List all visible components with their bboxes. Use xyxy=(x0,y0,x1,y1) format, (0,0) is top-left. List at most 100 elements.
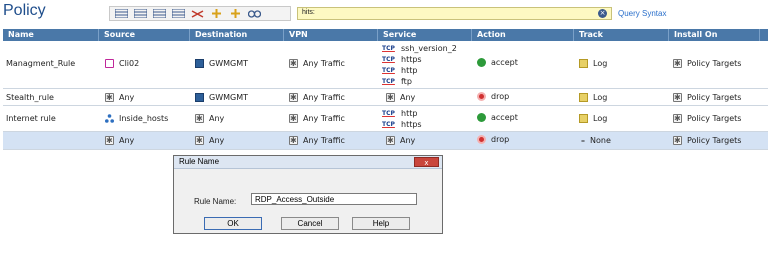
rule-name: Managment_Rule xyxy=(6,59,76,68)
source-cell[interactable]: Cli02 xyxy=(105,59,139,68)
destination-value: Any xyxy=(209,114,225,123)
install-on-cell[interactable]: Policy Targets xyxy=(673,113,741,124)
section-above-icon[interactable] xyxy=(208,8,225,19)
clear-icon[interactable]: × xyxy=(598,9,607,18)
any-icon xyxy=(673,58,682,69)
install-on-cell[interactable]: Policy Targets xyxy=(673,58,741,69)
service-item[interactable]: TCP ftp xyxy=(382,77,412,86)
column-header-name[interactable]: Name xyxy=(3,29,99,41)
add-rule-above-icon[interactable] xyxy=(113,8,130,19)
gateway-icon xyxy=(195,93,204,102)
rule-toolbar xyxy=(109,6,291,21)
service-value: https xyxy=(401,120,422,129)
any-icon xyxy=(289,113,298,124)
close-button[interactable]: x xyxy=(414,157,439,167)
dialog-title: Rule Name xyxy=(179,157,220,166)
column-header-action[interactable]: Action xyxy=(472,29,574,41)
column-header-track[interactable]: Track xyxy=(574,29,669,41)
destination-value: Any xyxy=(209,136,225,145)
vpn-cell[interactable]: Any Traffic xyxy=(289,58,345,69)
service-item[interactable]: TCP http xyxy=(382,109,417,118)
source-value: Any xyxy=(119,93,135,102)
rule-name-label: Rule Name: xyxy=(194,197,237,206)
cancel-button[interactable]: Cancel xyxy=(281,217,339,230)
any-icon xyxy=(386,135,395,146)
action-cell[interactable]: accept xyxy=(477,58,518,67)
any-icon xyxy=(386,92,395,103)
gateway-icon xyxy=(195,59,204,68)
table-row-selected[interactable]: Any Any Any Traffic Any drop –None Polic… xyxy=(3,132,768,150)
any-icon xyxy=(105,92,114,103)
service-value: https xyxy=(401,55,422,64)
destination-cell[interactable]: GWMGMT xyxy=(195,93,248,102)
service-value: Any xyxy=(400,93,416,102)
source-value: Any xyxy=(119,136,135,145)
track-cell[interactable]: Log xyxy=(579,114,607,123)
add-rule-bottom-icon[interactable] xyxy=(170,8,187,19)
search-input[interactable]: hits: × xyxy=(297,7,612,20)
track-value: Log xyxy=(593,114,608,123)
source-cell[interactable]: Any xyxy=(105,135,135,146)
rule-name-dialog: Rule Name x Rule Name: OK Cancel Help xyxy=(173,155,443,234)
ok-button[interactable]: OK xyxy=(204,217,262,230)
add-rule-below-icon[interactable] xyxy=(132,8,149,19)
query-syntax-link[interactable]: Query Syntax xyxy=(618,9,666,18)
track-cell[interactable]: Log xyxy=(579,59,607,68)
track-value: Log xyxy=(593,93,608,102)
vpn-cell[interactable]: Any Traffic xyxy=(289,113,345,124)
source-cell[interactable]: Any xyxy=(105,92,135,103)
log-icon xyxy=(579,93,588,102)
install-on-cell[interactable]: Policy Targets xyxy=(673,135,741,146)
vpn-value: Any Traffic xyxy=(303,93,345,102)
service-item[interactable]: TCP https xyxy=(382,120,422,129)
log-icon xyxy=(579,114,588,123)
install-on-cell[interactable]: Policy Targets xyxy=(673,92,741,103)
vpn-cell[interactable]: Any Traffic xyxy=(289,92,345,103)
table-row[interactable]: Stealth_rule Any GWMGMT Any Traffic Any … xyxy=(3,89,768,106)
service-item[interactable]: Any xyxy=(386,135,415,146)
service-value: ssh_version_2 xyxy=(401,44,457,53)
tcp-icon: TCP xyxy=(382,78,395,85)
source-cell[interactable]: Inside_hosts xyxy=(105,114,168,123)
column-header-service[interactable]: Service xyxy=(378,29,472,41)
help-button[interactable]: Help xyxy=(352,217,410,230)
track-cell[interactable]: – None xyxy=(581,136,611,145)
column-header-source[interactable]: Source xyxy=(99,29,190,41)
action-cell[interactable]: accept xyxy=(477,113,518,122)
action-cell[interactable]: drop xyxy=(477,92,509,101)
service-item[interactable]: Any xyxy=(386,92,416,103)
accept-icon xyxy=(477,58,486,67)
tcp-icon: TCP xyxy=(382,45,395,52)
action-value: accept xyxy=(491,113,518,122)
service-value: http xyxy=(401,109,418,118)
service-item[interactable]: TCP http xyxy=(382,66,417,75)
add-rule-top-icon[interactable] xyxy=(151,8,168,19)
delete-rule-icon[interactable] xyxy=(189,8,206,19)
destination-cell[interactable]: Any xyxy=(195,113,225,124)
service-item[interactable]: TCP ssh_version_2 xyxy=(382,44,457,53)
destination-cell[interactable]: GWMGMT xyxy=(195,59,248,68)
column-header-install-on[interactable]: Install On xyxy=(669,29,760,41)
vpn-cell[interactable]: Any Traffic xyxy=(289,135,345,146)
track-value: Log xyxy=(593,59,608,68)
track-value: None xyxy=(590,136,611,145)
source-value: Cli02 xyxy=(119,59,140,68)
table-row[interactable]: Managment_Rule Cli02 GWMGMT Any Traffic … xyxy=(3,41,768,89)
action-value: accept xyxy=(491,58,518,67)
dialog-title-bar[interactable]: Rule Name x xyxy=(174,156,442,169)
tcp-icon: TCP xyxy=(382,56,395,63)
accept-icon xyxy=(477,113,486,122)
tcp-icon: TCP xyxy=(382,110,395,117)
service-item[interactable]: TCP https xyxy=(382,55,422,64)
column-header-vpn[interactable]: VPN xyxy=(284,29,378,41)
column-header-destination[interactable]: Destination xyxy=(190,29,284,41)
rule-name-input[interactable] xyxy=(251,193,417,205)
host-icon xyxy=(105,59,114,68)
table-header: Name Source Destination VPN Service Acti… xyxy=(3,29,768,41)
action-cell[interactable]: drop xyxy=(477,135,509,144)
destination-cell[interactable]: Any xyxy=(195,135,225,146)
track-cell[interactable]: Log xyxy=(579,93,607,102)
table-row[interactable]: Internet rule Inside_hosts Any Any Traff… xyxy=(3,106,768,132)
find-icon[interactable] xyxy=(246,8,263,19)
section-below-icon[interactable] xyxy=(227,8,244,19)
